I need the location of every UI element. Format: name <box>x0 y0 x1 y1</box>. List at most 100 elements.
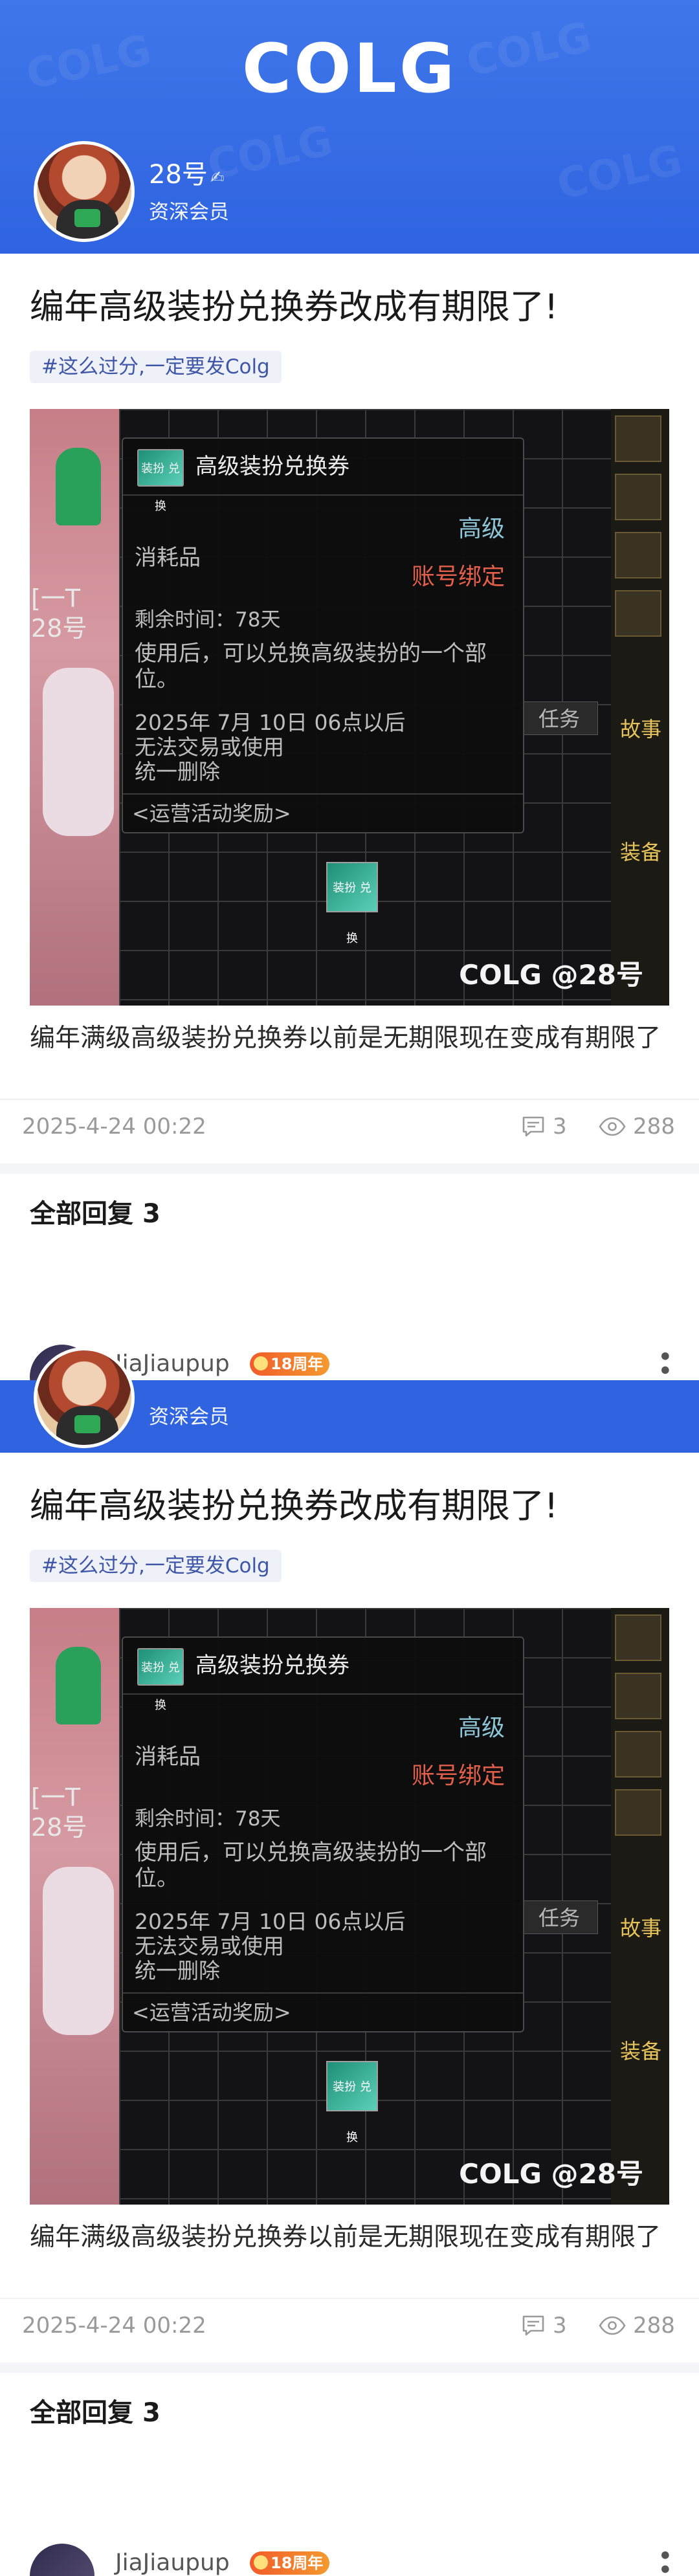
signature-pen-icon: ✍ <box>210 168 225 188</box>
image-character-hair <box>56 1647 101 1724</box>
post-section-repeat: 编年高级装扮兑换券改成有期限了! #这么过分,一定要发Colg [一T 28号 … <box>0 1453 699 2576</box>
item-kind: 消耗品 <box>135 545 201 571</box>
comment-count: 3 <box>553 1114 567 1139</box>
item-tooltip: 装扮 兑换 高级装扮兑换券 高级 消耗品 账号绑定 剩余时间：78天 使用后，可… <box>122 437 524 833</box>
anniversary-badge: 18周年 <box>250 1352 330 1376</box>
comment-count: 3 <box>553 2313 567 2339</box>
replies-heading: 全部回复 3 <box>30 1196 161 1232</box>
side-label: 故事 <box>620 1916 662 1941</box>
expiry-line: 统一删除 <box>135 759 220 784</box>
eye-icon <box>599 1117 626 1136</box>
view-count: 288 <box>633 2313 675 2339</box>
image-task-button: 任务 <box>520 701 598 735</box>
post-image[interactable]: [一T 28号 故事 装备 任务 装扮 兑换 高级装扮兑换券 高级 消耗品 账号… <box>30 1608 669 2205</box>
replies-label: 全部回复 <box>30 1199 133 1229</box>
comment-stat[interactable]: 3 <box>520 2311 567 2340</box>
expiry-line: 2025年 7月 10日 06点以后 <box>135 710 406 735</box>
image-equipment-bar: 故事 装备 <box>611 1608 669 2205</box>
eye-icon <box>599 2316 626 2335</box>
side-label: 装备 <box>620 840 662 864</box>
post-body: 编年满级高级装扮兑换券以前是无期限现在变成有期限了 <box>30 2223 661 2252</box>
post-meta: 2025-4-24 00:22 3 288 <box>22 1112 677 1141</box>
tooltip-divider <box>123 793 523 795</box>
equip-slot <box>615 590 661 637</box>
image-left-text: [一T 28号 <box>31 584 87 643</box>
expiry-line: 2025年 7月 10日 06点以后 <box>135 1909 406 1934</box>
item-expiry: 2025年 7月 10日 06点以后 无法交易或使用 统一删除 <box>135 710 510 784</box>
comment-stat[interactable]: 3 <box>520 1112 567 1141</box>
sticky-author-profile[interactable]: 资深会员 <box>34 1346 229 1449</box>
side-label: 装备 <box>620 2039 662 2064</box>
replies-count: 3 <box>142 2398 161 2428</box>
post-section: 编年高级装扮兑换券改成有期限了! #这么过分,一定要发Colg [一T 28号 … <box>0 254 699 1409</box>
commenter-avatar[interactable] <box>30 2544 94 2576</box>
post-body: 编年满级高级装扮兑换券以前是无期限现在变成有期限了 <box>30 1024 661 1053</box>
expiry-line: 无法交易或使用 <box>135 1933 284 1959</box>
divider <box>0 2298 699 2299</box>
item-name: 高级装扮兑换券 <box>195 454 350 479</box>
item-remaining-time: 剩余时间：78天 <box>135 1807 281 1831</box>
equip-slot <box>615 1614 661 1661</box>
avatar-accent <box>74 1415 100 1433</box>
section-gap <box>0 1163 699 1174</box>
author-name[interactable]: 28号 <box>149 160 208 190</box>
image-character-dress <box>43 668 114 836</box>
avatar-accent <box>74 209 100 227</box>
author-avatar[interactable] <box>34 1347 135 1448</box>
replies-label: 全部回复 <box>30 2398 133 2428</box>
image-left-text: [一T 28号 <box>31 1783 87 1842</box>
image-character-panel: [一T 28号 <box>30 1608 119 2205</box>
equip-slot <box>615 532 661 578</box>
equip-slot <box>615 474 661 520</box>
image-character-dress <box>43 1867 114 2035</box>
side-label: 故事 <box>620 717 662 742</box>
item-tooltip: 装扮 兑换 高级装扮兑换券 高级 消耗品 账号绑定 剩余时间：78天 使用后，可… <box>122 1636 524 2032</box>
image-task-button: 任务 <box>520 1900 598 1934</box>
author-rank: 资深会员 <box>149 1405 229 1429</box>
section-gap <box>0 2362 699 2373</box>
comment-icon <box>522 1116 544 1137</box>
author-info: 资深会员 <box>149 1364 229 1431</box>
author-rank: 资深会员 <box>149 200 229 224</box>
inventory-voucher-icon: 装扮 兑换 <box>326 2061 378 2144</box>
replies-count: 3 <box>142 1199 161 1229</box>
header-banner: COLG COLG COLG COLG COLG 28号 ✍ 资深会员 <box>0 0 699 254</box>
view-count: 288 <box>633 1114 675 1139</box>
expiry-line: 无法交易或使用 <box>135 734 284 760</box>
more-options-icon[interactable]: ••• <box>649 2548 679 2576</box>
view-stat: 288 <box>598 2311 675 2340</box>
image-watermark: COLG @28号 <box>459 959 643 991</box>
equip-slot <box>615 1789 661 1836</box>
author-name-row[interactable]: 28号 ✍ <box>149 157 229 195</box>
tooltip-divider <box>123 1992 523 1994</box>
view-stat: 288 <box>598 1112 675 1141</box>
divider <box>0 1099 699 1100</box>
author-profile[interactable]: 28号 ✍ 资深会员 <box>34 140 229 243</box>
post-image[interactable]: [一T 28号 故事 装备 任务 装扮 兑换 高级装扮兑换券 高级 消耗品 账号… <box>30 409 669 1006</box>
tooltip-divider <box>123 1693 523 1695</box>
item-source: <运营活动奖励> <box>132 801 291 826</box>
post-date: 2025-4-24 00:22 <box>22 1114 206 1139</box>
replies-heading: 全部回复 3 <box>30 2395 161 2431</box>
comment-item[interactable]: JiaJiaupup 18周年 ••• <box>30 2544 679 2576</box>
post-title: 编年高级装扮兑换券改成有期限了! <box>30 287 559 327</box>
item-source: <运营活动奖励> <box>132 2000 291 2025</box>
topic-tag[interactable]: #这么过分,一定要发Colg <box>30 351 282 383</box>
expiry-line: 统一删除 <box>135 1958 220 1983</box>
comment-icon <box>522 2315 544 2336</box>
post-title: 编年高级装扮兑换券改成有期限了! <box>30 1486 559 1526</box>
item-grade: 高级 <box>458 516 505 542</box>
author-avatar[interactable] <box>34 141 135 242</box>
tooltip-divider <box>123 494 523 496</box>
item-bind: 账号绑定 <box>411 1763 505 1789</box>
colg-logo[interactable]: COLG <box>0 30 699 107</box>
image-character-panel: [一T 28号 <box>30 409 119 1006</box>
item-bind: 账号绑定 <box>411 564 505 590</box>
image-watermark: COLG @28号 <box>459 2158 643 2190</box>
anniversary-badge: 18周年 <box>250 2551 330 2575</box>
item-description: 使用后，可以兑换高级装扮的一个部位。 <box>135 1840 487 1891</box>
equip-slot <box>615 1731 661 1778</box>
commenter-name[interactable]: JiaJiaupup <box>115 2548 230 2576</box>
topic-tag[interactable]: #这么过分,一定要发Colg <box>30 1550 282 1582</box>
image-character-hair <box>56 448 101 525</box>
